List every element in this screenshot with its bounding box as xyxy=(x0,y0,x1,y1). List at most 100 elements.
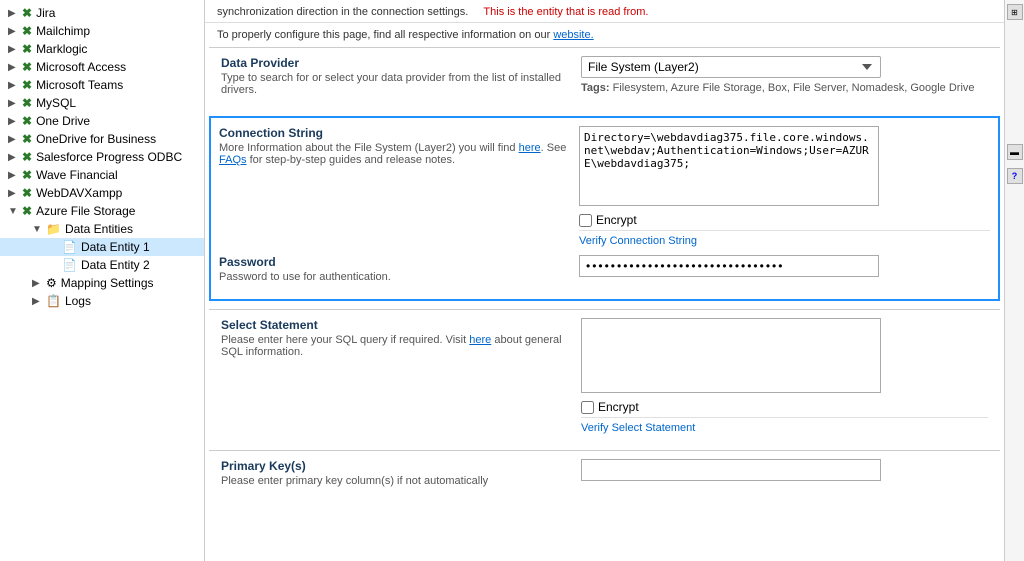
primary-keys-label-col: Primary Key(s) Please enter primary key … xyxy=(221,459,581,487)
sidebar-item-data-entities[interactable]: ▼ 📁 Data Entities xyxy=(0,220,204,238)
wave-icon: ✖ xyxy=(22,168,32,182)
msaccess-icon: ✖ xyxy=(22,60,32,74)
sidebar-item-salesforce[interactable]: ▶ ✖ Salesforce Progress ODBC xyxy=(0,148,204,166)
sidebar-item-jira[interactable]: ▶ ✖ Jira xyxy=(0,4,204,22)
expand-arrow: ▶ xyxy=(8,62,20,73)
sidebar-label-azure: Azure File Storage xyxy=(36,204,135,218)
data-provider-input-col: File System (Layer2) SQL Server SharePoi… xyxy=(581,56,988,94)
sidebar-item-wave[interactable]: ▶ ✖ Wave Financial xyxy=(0,166,204,184)
expand-arrow: ▶ xyxy=(8,170,20,181)
data-provider-section: Data Provider Type to search for or sele… xyxy=(209,47,1000,112)
connection-string-input-col: Directory=\webdavdiag375.file.core.windo… xyxy=(579,126,990,247)
encrypt-checkbox-conn[interactable] xyxy=(579,214,592,227)
connection-string-here-link[interactable]: here xyxy=(519,142,541,154)
expand-arrow: ▼ xyxy=(8,206,20,217)
password-desc: Password to use for authentication. xyxy=(219,271,567,283)
expand-arrow: ▶ xyxy=(8,188,20,199)
expand-arrow: ▶ xyxy=(8,134,20,145)
password-input[interactable] xyxy=(579,255,879,277)
sidebar-label-onedrive-business: OneDrive for Business xyxy=(36,132,156,146)
info-bar: To properly configure this page, find al… xyxy=(205,23,1004,47)
sidebar-item-marklogic[interactable]: ▶ ✖ Marklogic xyxy=(0,40,204,58)
select-statement-group: Select Statement Please enter here your … xyxy=(221,318,988,434)
connection-string-desc: More Information about the File System (… xyxy=(219,142,567,166)
sidebar: ▶ ✖ Jira ▶ ✖ Mailchimp ▶ ✖ Marklogic ▶ ✖… xyxy=(0,0,205,561)
top-info-text: synchronization direction in the connect… xyxy=(217,6,468,18)
encrypt-checkbox-select[interactable] xyxy=(581,401,594,414)
password-label: Password xyxy=(219,255,567,269)
mailchimp-icon: ✖ xyxy=(22,24,32,38)
select-statement-desc: Please enter here your SQL query if requ… xyxy=(221,334,569,358)
right-panel: ⊞ ▬ ? xyxy=(1004,0,1024,561)
onedrive-business-icon: ✖ xyxy=(22,132,32,146)
connection-string-group: Connection String More Information about… xyxy=(219,126,990,247)
sidebar-item-webdav[interactable]: ▶ ✖ WebDAVXampp xyxy=(0,184,204,202)
right-btn-1[interactable]: ⊞ xyxy=(1007,4,1023,20)
sidebar-label-webdav: WebDAVXampp xyxy=(36,186,122,200)
data-provider-tags: Tags: Filesystem, Azure File Storage, Bo… xyxy=(581,82,988,94)
jira-icon: ✖ xyxy=(22,6,32,20)
data-entity-2-icon: 📄 xyxy=(62,258,77,272)
primary-keys-input[interactable] xyxy=(581,459,881,481)
expand-arrow: ▶ xyxy=(8,8,20,19)
select-stmt-here-link[interactable]: here xyxy=(469,334,491,346)
connection-string-textarea[interactable]: Directory=\webdavdiag375.file.core.windo… xyxy=(579,126,879,206)
onedrive-icon: ✖ xyxy=(22,114,32,128)
expand-arrow: ▶ xyxy=(8,80,20,91)
select-statement-input-col: Encrypt Verify Select Statement xyxy=(581,318,988,434)
sidebar-item-mapping[interactable]: ▶ ⚙ Mapping Settings xyxy=(0,274,204,292)
encrypt-row-select: Encrypt xyxy=(581,400,988,414)
sidebar-label-msteams: Microsoft Teams xyxy=(36,78,123,92)
data-provider-select[interactable]: File System (Layer2) SQL Server SharePoi… xyxy=(581,56,881,78)
connection-string-label-col: Connection String More Information about… xyxy=(219,126,579,166)
verify-select-link[interactable]: Verify Select Statement xyxy=(581,417,988,434)
expand-arrow: ▶ xyxy=(32,296,44,307)
select-statement-label-col: Select Statement Please enter here your … xyxy=(221,318,581,358)
mapping-icon: ⚙ xyxy=(46,276,57,290)
sidebar-item-data-entity-2[interactable]: 📄 Data Entity 2 xyxy=(0,256,204,274)
info-bar-text: To properly configure this page, find al… xyxy=(217,29,550,41)
right-btn-2[interactable]: ▬ xyxy=(1007,144,1023,160)
expand-arrow: ▶ xyxy=(8,116,20,127)
encrypt-label-select: Encrypt xyxy=(598,400,639,414)
expand-arrow: ▶ xyxy=(8,26,20,37)
expand-arrow xyxy=(48,242,60,253)
data-entities-folder-icon: 📁 xyxy=(46,222,61,236)
sidebar-label-mailchimp: Mailchimp xyxy=(36,24,90,38)
sidebar-item-mysql[interactable]: ▶ ✖ MySQL xyxy=(0,94,204,112)
primary-keys-section: Primary Key(s) Please enter primary key … xyxy=(209,450,1000,503)
sidebar-label-jira: Jira xyxy=(36,6,55,20)
encrypt-label-conn: Encrypt xyxy=(596,213,637,227)
expand-arrow: ▼ xyxy=(32,224,44,235)
data-provider-label: Data Provider xyxy=(221,56,569,70)
right-btn-3[interactable]: ? xyxy=(1007,168,1023,184)
expand-arrow: ▶ xyxy=(8,98,20,109)
verify-connection-link[interactable]: Verify Connection String xyxy=(579,230,990,247)
primary-keys-label: Primary Key(s) xyxy=(221,459,569,473)
sidebar-item-onedrive[interactable]: ▶ ✖ One Drive xyxy=(0,112,204,130)
connection-string-faqs-link[interactable]: FAQs xyxy=(219,154,247,166)
sidebar-label-wave: Wave Financial xyxy=(36,168,118,182)
connection-string-label: Connection String xyxy=(219,126,567,140)
encrypt-row-conn: Encrypt xyxy=(579,213,990,227)
select-statement-textarea[interactable] xyxy=(581,318,881,393)
sidebar-item-logs[interactable]: ▶ 📋 Logs xyxy=(0,292,204,310)
sidebar-item-azure[interactable]: ▼ ✖ Azure File Storage xyxy=(0,202,204,220)
webdav-icon: ✖ xyxy=(22,186,32,200)
sidebar-item-msteams[interactable]: ▶ ✖ Microsoft Teams xyxy=(0,76,204,94)
sidebar-item-data-entity-1[interactable]: 📄 Data Entity 1 xyxy=(0,238,204,256)
select-statement-label: Select Statement xyxy=(221,318,569,332)
sidebar-label-msaccess: Microsoft Access xyxy=(36,60,126,74)
main-content: synchronization direction in the connect… xyxy=(205,0,1004,561)
sidebar-label-mapping: Mapping Settings xyxy=(61,276,154,290)
expand-arrow: ▶ xyxy=(8,152,20,163)
website-link[interactable]: website. xyxy=(553,29,593,41)
sidebar-label-logs: Logs xyxy=(65,294,91,308)
salesforce-icon: ✖ xyxy=(22,150,32,164)
sidebar-item-onedrive-business[interactable]: ▶ ✖ OneDrive for Business xyxy=(0,130,204,148)
sidebar-item-msaccess[interactable]: ▶ ✖ Microsoft Access xyxy=(0,58,204,76)
highlighted-section: Connection String More Information about… xyxy=(209,116,1000,301)
sidebar-item-mailchimp[interactable]: ▶ ✖ Mailchimp xyxy=(0,22,204,40)
sidebar-label-salesforce: Salesforce Progress ODBC xyxy=(36,150,182,164)
data-provider-label-col: Data Provider Type to search for or sele… xyxy=(221,56,581,96)
